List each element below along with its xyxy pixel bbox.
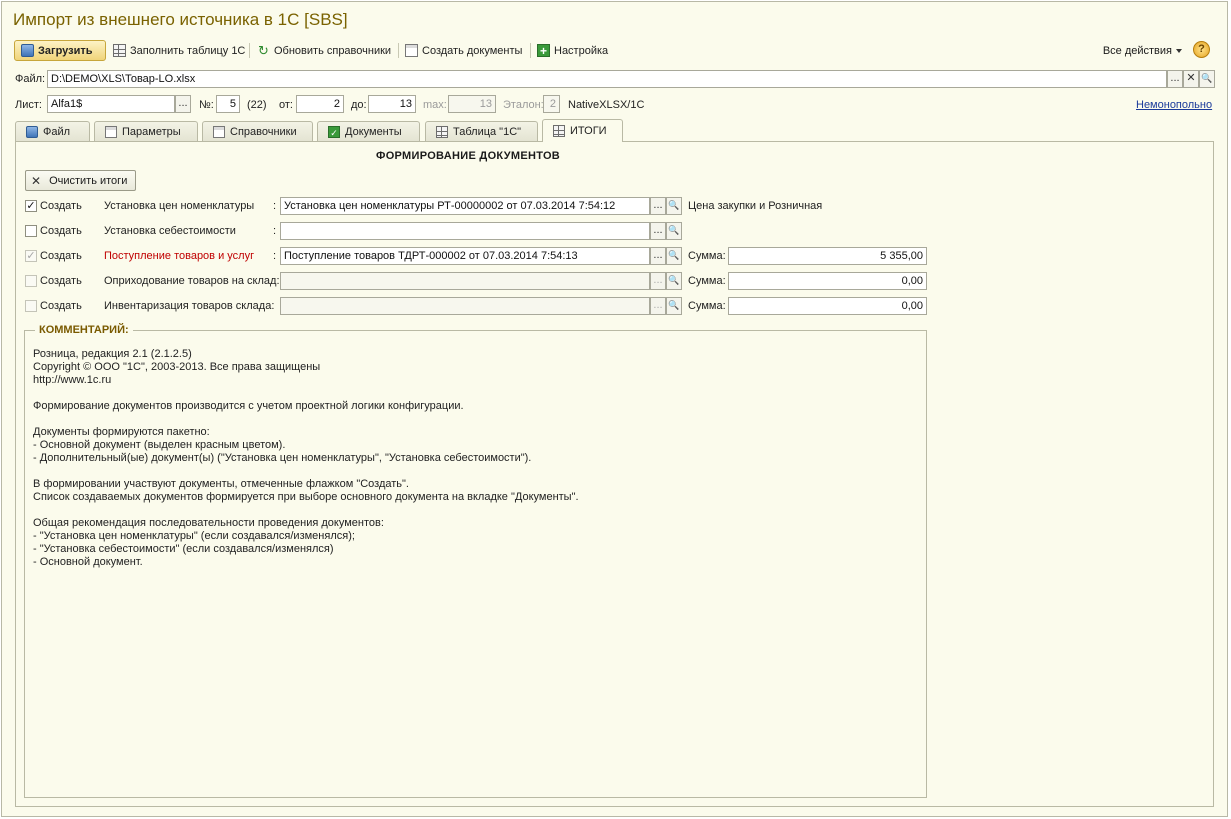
sheet-input[interactable]: Alfa1$ bbox=[47, 95, 175, 113]
tab-params[interactable]: Параметры bbox=[94, 121, 198, 141]
file-icon bbox=[26, 125, 38, 138]
tab-table-1c[interactable]: Таблица "1С" bbox=[425, 121, 538, 141]
clear-totals-button[interactable]: ✕ Очистить итоги bbox=[25, 170, 136, 191]
section-title: ФОРМИРОВАНИЕ ДОКУМЕНТОВ bbox=[376, 150, 561, 162]
search-icon[interactable]: 🔍 bbox=[666, 247, 682, 265]
all-actions-menu[interactable]: Все действия bbox=[1103, 40, 1182, 61]
create-checkbox: ✓ bbox=[25, 250, 37, 262]
create-label: Создать bbox=[40, 200, 82, 212]
load-button[interactable]: Загрузить bbox=[14, 40, 106, 61]
sheet-select-button[interactable]: ... bbox=[175, 95, 191, 113]
sum-field: 0,00 bbox=[728, 297, 927, 315]
document-field[interactable]: Поступление товаров ТДРТ-000002 от 07.03… bbox=[280, 247, 650, 265]
load-icon bbox=[21, 44, 34, 57]
doc-type-label: Инвентаризация товаров склада: bbox=[104, 300, 275, 312]
document-field[interactable]: Установка цен номенклатуры РТ-00000002 о… bbox=[280, 197, 650, 215]
sheet-num-input[interactable]: 5 bbox=[216, 95, 240, 113]
close-icon[interactable]: ✕ bbox=[1183, 70, 1199, 88]
window-title: Импорт из внешнего источника в 1С [SBS] bbox=[13, 10, 348, 29]
toolbar-separator bbox=[249, 43, 250, 58]
colon: : bbox=[273, 200, 277, 212]
create-checkbox bbox=[25, 300, 37, 312]
select-button[interactable]: ... bbox=[650, 222, 666, 240]
select-button: ... bbox=[650, 272, 666, 290]
colon: : bbox=[273, 250, 277, 262]
refresh-icon: ↻ bbox=[258, 43, 269, 58]
file-select-button[interactable]: ... bbox=[1167, 70, 1183, 88]
sum-field: 0,00 bbox=[728, 272, 927, 290]
chevron-down-icon bbox=[1176, 48, 1182, 53]
comment-text: Розница, редакция 2.1 (2.1.2.5) Copyrigh… bbox=[33, 348, 579, 568]
help-icon[interactable]: ? bbox=[1193, 41, 1210, 58]
create-label: Создать bbox=[40, 225, 82, 237]
search-icon[interactable]: 🔍 bbox=[666, 297, 682, 315]
from-label: от: bbox=[279, 99, 293, 111]
price-types-label: Цена закупки и Розничная bbox=[688, 200, 823, 212]
mode-link[interactable]: Немонопольно bbox=[1136, 99, 1212, 111]
table-icon bbox=[113, 44, 126, 57]
to-row-input[interactable]: 13 bbox=[368, 95, 416, 113]
plus-icon: + bbox=[537, 44, 550, 57]
tab-totals[interactable]: ИТОГИ bbox=[542, 119, 623, 142]
create-checkbox[interactable]: ✓ bbox=[25, 200, 37, 212]
update-refs-button[interactable]: ↻ Обновить справочники bbox=[257, 40, 391, 61]
create-label: Создать bbox=[40, 275, 82, 287]
search-icon[interactable]: 🔍 bbox=[666, 197, 682, 215]
format-label: NativeXLSX/1C bbox=[568, 99, 645, 111]
search-icon[interactable]: 🔍 bbox=[666, 222, 682, 240]
main-window: Импорт из внешнего источника в 1С [SBS] … bbox=[1, 1, 1228, 817]
etalon-label: Эталон: bbox=[503, 99, 544, 111]
table-icon bbox=[436, 125, 448, 138]
main-doc-type-label: Поступление товаров и услуг bbox=[104, 250, 255, 262]
max-row-field: 13 bbox=[448, 95, 496, 113]
toolbar-separator bbox=[530, 43, 531, 58]
tab-documents[interactable]: ✓ Документы bbox=[317, 121, 420, 141]
sum-label: Сумма: bbox=[688, 300, 726, 312]
create-checkbox[interactable] bbox=[25, 225, 37, 237]
totals-icon bbox=[553, 125, 565, 137]
colon: : bbox=[273, 225, 277, 237]
documents-icon: ✓ bbox=[328, 125, 340, 138]
close-icon: ✕ bbox=[31, 173, 42, 188]
sum-label: Сумма: bbox=[688, 275, 726, 287]
sum-label: Сумма: bbox=[688, 250, 726, 262]
select-button[interactable]: ... bbox=[650, 197, 666, 215]
params-icon bbox=[105, 125, 117, 138]
settings-button[interactable]: + Настройка bbox=[537, 40, 608, 61]
document-field[interactable] bbox=[280, 222, 650, 240]
create-checkbox bbox=[25, 275, 37, 287]
doc-type-label: Установка цен номенклатуры bbox=[104, 200, 255, 212]
comment-title: КОММЕНТАРИЙ: bbox=[35, 324, 133, 336]
document-field bbox=[280, 272, 650, 290]
document-field bbox=[280, 297, 650, 315]
select-button[interactable]: ... bbox=[650, 247, 666, 265]
toolbar: Загрузить Заполнить таблицу 1С ↻ Обновит… bbox=[14, 40, 1214, 62]
etalon-field: 2 bbox=[543, 95, 560, 113]
sum-field: 5 355,00 bbox=[728, 247, 927, 265]
doc-type-label: Установка себестоимости bbox=[104, 225, 236, 237]
sheet-total: (22) bbox=[247, 99, 267, 111]
sheet-num-label: №: bbox=[199, 99, 214, 111]
file-label: Файл: bbox=[15, 73, 46, 85]
file-path-input[interactable]: D:\DEMO\XLS\Товар-LO.xlsx bbox=[47, 70, 1167, 88]
fill-table-button[interactable]: Заполнить таблицу 1С bbox=[113, 40, 245, 61]
create-label: Создать bbox=[40, 250, 82, 262]
document-icon bbox=[405, 44, 418, 57]
select-button: ... bbox=[650, 297, 666, 315]
search-icon[interactable]: 🔍 bbox=[666, 272, 682, 290]
comment-box: КОММЕНТАРИЙ: Розница, редакция 2.1 (2.1.… bbox=[24, 324, 927, 798]
search-icon[interactable]: 🔍 bbox=[1199, 70, 1215, 88]
max-label: max: bbox=[423, 99, 447, 111]
tab-catalogs[interactable]: Справочники bbox=[202, 121, 313, 141]
doc-type-label: Оприходование товаров на склад: bbox=[104, 275, 280, 287]
catalogs-icon bbox=[213, 125, 225, 138]
from-row-input[interactable]: 2 bbox=[296, 95, 344, 113]
tab-file[interactable]: Файл bbox=[15, 121, 90, 141]
totals-panel: ФОРМИРОВАНИЕ ДОКУМЕНТОВ ✕ Очистить итоги… bbox=[15, 141, 1214, 807]
sheet-label: Лист: bbox=[15, 99, 42, 111]
create-documents-button[interactable]: Создать документы bbox=[405, 40, 522, 61]
toolbar-separator bbox=[398, 43, 399, 58]
to-label: до: bbox=[351, 99, 367, 111]
create-label: Создать bbox=[40, 300, 82, 312]
